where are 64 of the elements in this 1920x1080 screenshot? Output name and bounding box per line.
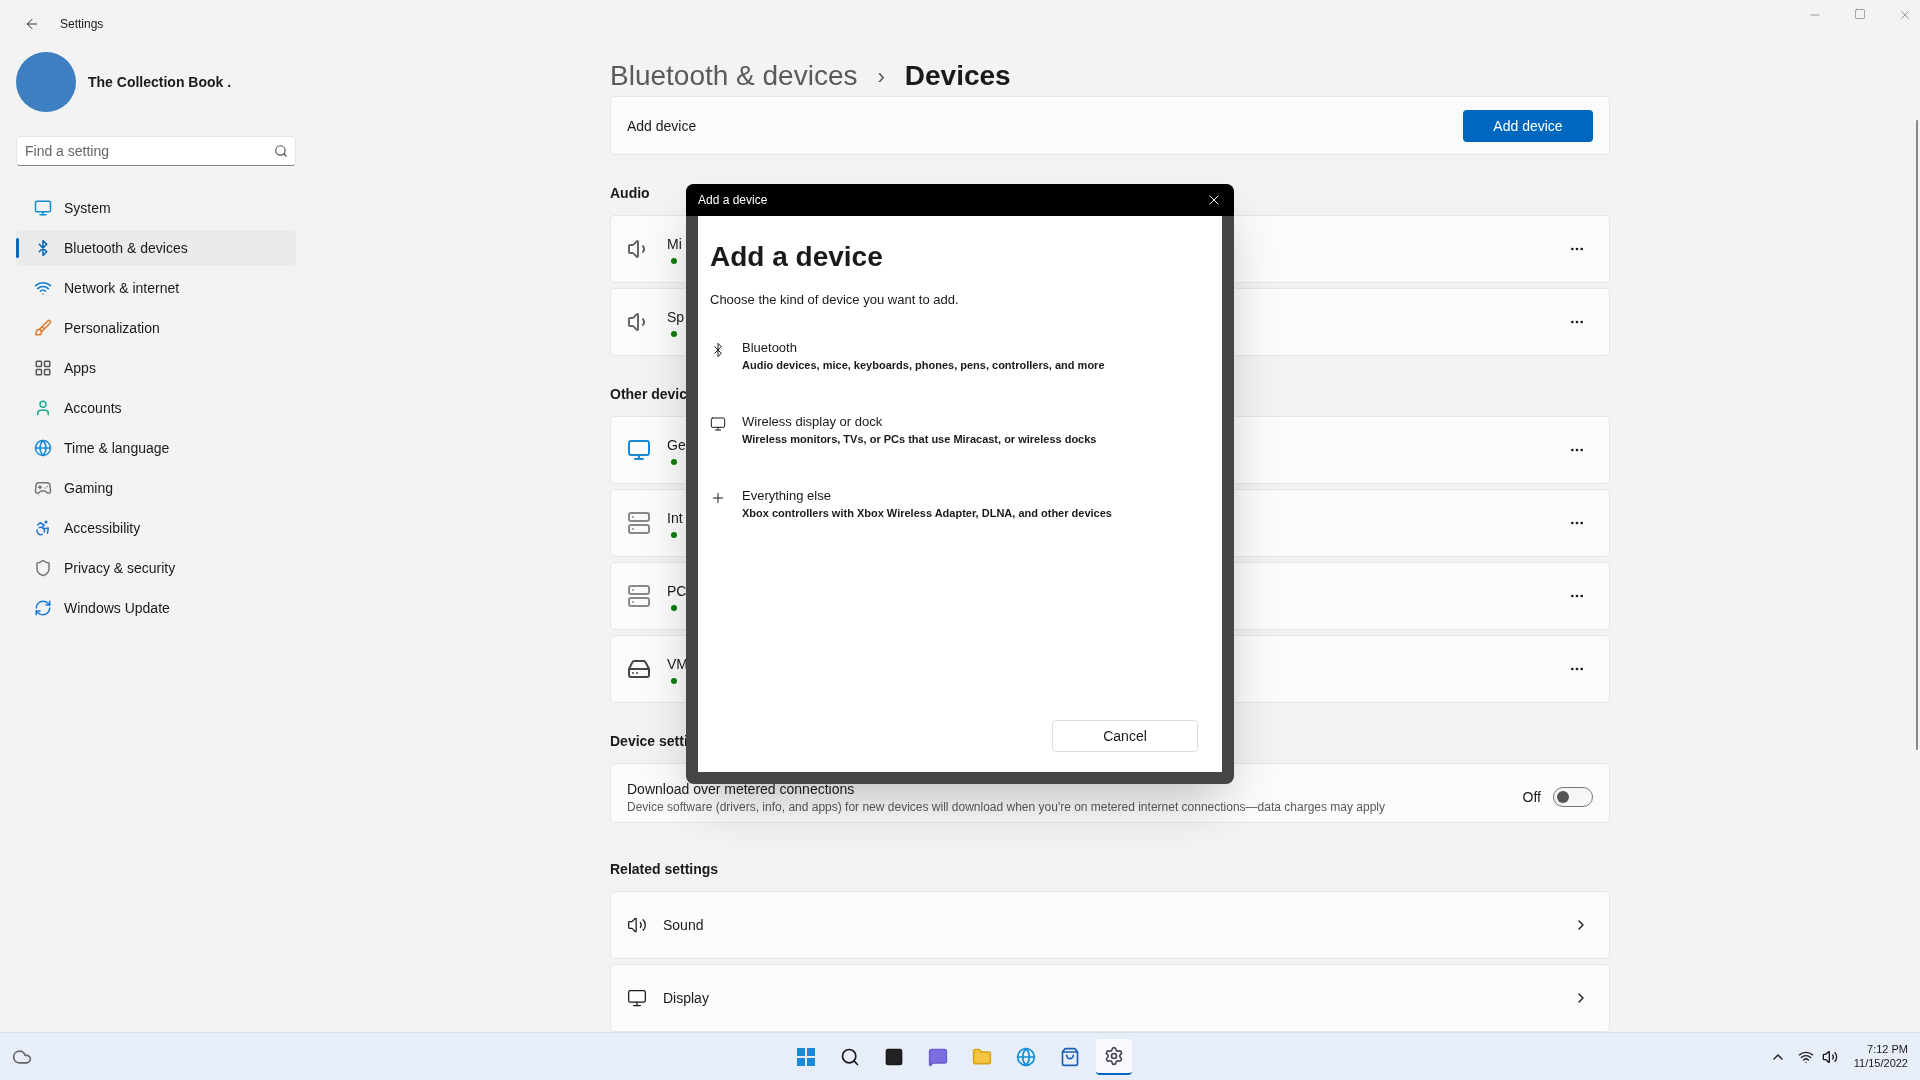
shield-icon — [34, 559, 52, 577]
monitor-icon — [627, 988, 647, 1008]
device-name: Ge — [667, 436, 687, 455]
device-type-option[interactable]: Everything else Xbox controllers with Xbox Wireless Adapter, DLNA, and other devices — [710, 485, 1210, 522]
sidebar-item[interactable]: Time & language — [16, 430, 296, 466]
search-icon — [274, 144, 288, 158]
gamepad-icon — [34, 479, 52, 497]
clock-date: 11/15/2022 — [1853, 1056, 1908, 1071]
sidebar-item[interactable]: Bluetooth & devices — [16, 230, 296, 266]
device-type-option[interactable]: Bluetooth Audio devices, mice, keyboards, phones, pens, controllers, and more — [710, 337, 1210, 374]
accessibility-icon — [34, 519, 52, 537]
monitor-icon — [34, 199, 52, 217]
section-heading: Other devic — [610, 385, 684, 404]
section-heading: Related settings — [610, 860, 720, 879]
device-name: Sp — [667, 308, 686, 327]
section-heading: Audio — [610, 184, 651, 203]
person-icon — [34, 399, 52, 417]
monitor-icon — [627, 438, 651, 462]
dialog-heading: Add a device — [710, 240, 884, 274]
drive-icon — [627, 657, 651, 681]
wifi-icon — [34, 279, 52, 297]
grid-icon — [34, 359, 52, 377]
add-device-label: Add device — [627, 116, 697, 136]
toggle-switch[interactable] — [1553, 787, 1593, 807]
speaker-icon — [627, 915, 647, 935]
add-device-button[interactable]: Add device — [1463, 109, 1593, 142]
sidebar-item[interactable]: Accessibility — [16, 510, 296, 546]
page-title: Devices — [904, 59, 1011, 94]
sidebar-item[interactable]: Windows Update — [16, 590, 296, 626]
related-setting-row[interactable]: Sound — [610, 891, 1610, 959]
sidebar-item[interactable]: Privacy & security — [16, 550, 296, 586]
scrollbar[interactable] — [1916, 120, 1918, 750]
sidebar-item[interactable]: Apps — [16, 350, 296, 386]
settings-icon[interactable] — [1096, 1039, 1132, 1075]
dialog-subtitle: Choose the kind of device you want to add. — [710, 291, 960, 309]
account-avatar — [16, 52, 76, 112]
sidebar-item[interactable]: Accounts — [16, 390, 296, 426]
sidebar-item[interactable]: Personalization — [16, 310, 296, 346]
toggle-state-label: Off — [1522, 788, 1541, 807]
update-icon — [34, 599, 52, 617]
clock-time: 7:12 PM — [1867, 1042, 1908, 1057]
window-title: Settings — [60, 16, 104, 32]
cancel-button[interactable]: Cancel — [1052, 720, 1198, 752]
device-name: Mi — [667, 235, 683, 254]
volume-icon[interactable] — [1821, 1048, 1838, 1065]
search-field[interactable]: Find a setting — [16, 136, 296, 166]
account-name: The Collection Book . — [88, 73, 232, 92]
sidebar-item[interactable]: Network & internet — [16, 270, 296, 306]
device-name: PC — [667, 582, 688, 601]
tower-pc-icon — [627, 584, 651, 608]
tower-pc-icon — [627, 511, 651, 535]
device-name: Int — [667, 509, 684, 528]
setting-title: Download over metered connections — [627, 780, 856, 799]
brush-icon — [34, 319, 52, 337]
dialog-title: Add a device — [698, 192, 768, 208]
globe-icon — [34, 439, 52, 457]
device-type-option[interactable]: Wireless display or dock Wireless monitors, TVs, or PCs that use Miracast, or wireless docks — [710, 411, 1210, 448]
breadcrumb-link[interactable]: Bluetooth & devices — [610, 55, 858, 98]
sidebar-item[interactable]: System — [16, 190, 296, 226]
setting-description: Device software (drivers, info, and apps) for new devices will download when you're on metered internet connections—data charges may apply — [627, 799, 1385, 815]
related-setting-row[interactable]: Display — [610, 964, 1610, 1032]
sidebar-item[interactable]: Gaming — [16, 470, 296, 506]
breadcrumb-separator: › — [877, 62, 885, 91]
monitor-icon — [710, 415, 726, 432]
